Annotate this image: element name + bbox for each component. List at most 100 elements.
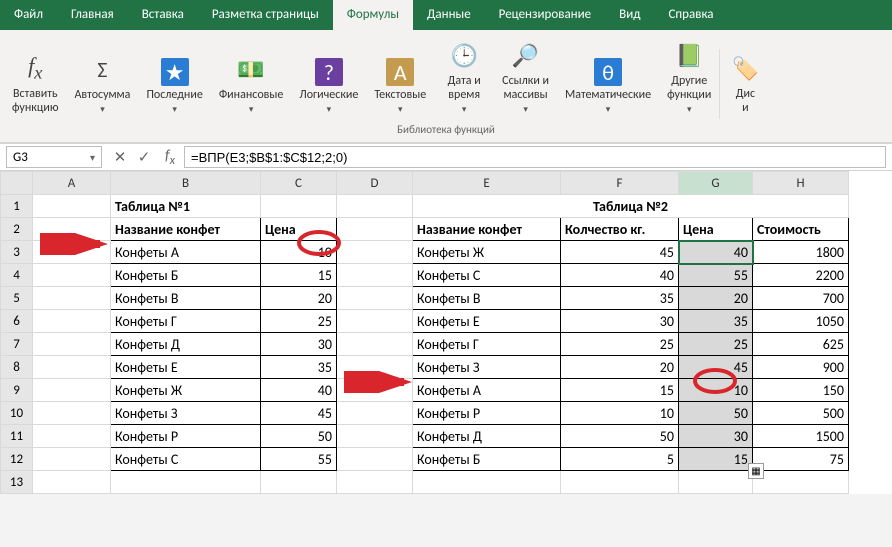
cell-H6[interactable]: 1050 bbox=[753, 310, 849, 333]
text-button[interactable]: A Текстовые ▾ bbox=[366, 56, 434, 119]
cell-D13[interactable] bbox=[337, 471, 413, 494]
cell-H13[interactable] bbox=[753, 471, 849, 494]
cell-G8[interactable]: 45 bbox=[679, 356, 753, 379]
cell-H9[interactable]: 150 bbox=[753, 379, 849, 402]
confirm-formula-button[interactable]: ✓ bbox=[132, 148, 156, 167]
fx-icon[interactable]: fx bbox=[156, 147, 184, 168]
chevron-down-icon[interactable]: ▾ bbox=[90, 151, 95, 164]
cell-E7[interactable]: Конфеты Г bbox=[413, 333, 561, 356]
row-header-5[interactable]: 5 bbox=[1, 287, 33, 310]
cell-B5[interactable]: Конфеты В bbox=[111, 287, 261, 310]
cell-E2[interactable]: Название конфет bbox=[413, 218, 561, 241]
cell-D6[interactable] bbox=[337, 310, 413, 333]
row-header-6[interactable]: 6 bbox=[1, 310, 33, 333]
col-header-H[interactable]: H bbox=[753, 172, 849, 195]
cell-C9[interactable]: 40 bbox=[261, 379, 337, 402]
menu-home[interactable]: Главная bbox=[57, 0, 128, 30]
row-header-12[interactable]: 12 bbox=[1, 448, 33, 471]
name-box[interactable]: G3 ▾ bbox=[6, 146, 102, 168]
cell-G9[interactable]: 10 bbox=[679, 379, 753, 402]
row-header-13[interactable]: 13 bbox=[1, 471, 33, 494]
cell-G3[interactable]: 40 bbox=[679, 241, 753, 264]
cell-C1[interactable] bbox=[261, 195, 337, 218]
cell-E11[interactable]: Конфеты Д bbox=[413, 425, 561, 448]
cell-B12[interactable]: Конфеты С bbox=[111, 448, 261, 471]
cell-B6[interactable]: Конфеты Г bbox=[111, 310, 261, 333]
cell-H11[interactable]: 1500 bbox=[753, 425, 849, 448]
cell-A12[interactable] bbox=[33, 448, 111, 471]
cell-G13[interactable] bbox=[679, 471, 753, 494]
cell-A3[interactable] bbox=[33, 241, 111, 264]
cell-E6[interactable]: Конфеты Е bbox=[413, 310, 561, 333]
cell-D12[interactable] bbox=[337, 448, 413, 471]
row-header-9[interactable]: 9 bbox=[1, 379, 33, 402]
cell-B13[interactable] bbox=[111, 471, 261, 494]
cell-D5[interactable] bbox=[337, 287, 413, 310]
cell-B7[interactable]: Конфеты Д bbox=[111, 333, 261, 356]
col-header-F[interactable]: F bbox=[561, 172, 679, 195]
menu-view[interactable]: Вид bbox=[605, 0, 654, 30]
cell-B8[interactable]: Конфеты Е bbox=[111, 356, 261, 379]
row-header-4[interactable]: 4 bbox=[1, 264, 33, 287]
cell-D7[interactable] bbox=[337, 333, 413, 356]
row-header-3[interactable]: 3 bbox=[1, 241, 33, 264]
cell-H10[interactable]: 500 bbox=[753, 402, 849, 425]
select-all-corner[interactable] bbox=[1, 172, 33, 195]
cell-A4[interactable] bbox=[33, 264, 111, 287]
cell-B11[interactable]: Конфеты Р bbox=[111, 425, 261, 448]
cell-B4[interactable]: Конфеты Б bbox=[111, 264, 261, 287]
cell-F4[interactable]: 40 bbox=[561, 264, 679, 287]
row-header-1[interactable]: 1 bbox=[1, 195, 33, 218]
col-header-A[interactable]: A bbox=[33, 172, 111, 195]
row-header-2[interactable]: 2 bbox=[1, 218, 33, 241]
cell-D3[interactable] bbox=[337, 241, 413, 264]
col-header-G[interactable]: G bbox=[679, 172, 753, 195]
row-header-7[interactable]: 7 bbox=[1, 333, 33, 356]
menu-data[interactable]: Данные bbox=[413, 0, 485, 30]
cell-F6[interactable]: 30 bbox=[561, 310, 679, 333]
cell-H5[interactable]: 700 bbox=[753, 287, 849, 310]
cell-A6[interactable] bbox=[33, 310, 111, 333]
autosum-button[interactable]: Σ Автосумма ▾ bbox=[66, 50, 138, 119]
cell-E3[interactable]: Конфеты Ж bbox=[413, 241, 561, 264]
menu-formulas[interactable]: Формулы bbox=[333, 0, 413, 30]
cell-G6[interactable]: 35 bbox=[679, 310, 753, 333]
cell-B9[interactable]: Конфеты Ж bbox=[111, 379, 261, 402]
cell-A5[interactable] bbox=[33, 287, 111, 310]
cell-G4[interactable]: 55 bbox=[679, 264, 753, 287]
cell-C12[interactable]: 55 bbox=[261, 448, 337, 471]
row-header-11[interactable]: 11 bbox=[1, 425, 33, 448]
menu-file[interactable]: Файл bbox=[0, 0, 57, 30]
cell-F3[interactable]: 45 bbox=[561, 241, 679, 264]
math-button[interactable]: θ Математические ▾ bbox=[557, 56, 659, 119]
cell-G7[interactable]: 25 bbox=[679, 333, 753, 356]
cell-B2[interactable]: Название конфет bbox=[111, 218, 261, 241]
cell-E13[interactable] bbox=[413, 471, 561, 494]
cell-D4[interactable] bbox=[337, 264, 413, 287]
cell-A2[interactable] bbox=[33, 218, 111, 241]
cell-D11[interactable] bbox=[337, 425, 413, 448]
col-header-B[interactable]: B bbox=[111, 172, 261, 195]
cell-H8[interactable]: 900 bbox=[753, 356, 849, 379]
cell-G11[interactable]: 30 bbox=[679, 425, 753, 448]
row-header-10[interactable]: 10 bbox=[1, 402, 33, 425]
col-header-D[interactable]: D bbox=[337, 172, 413, 195]
cell-F7[interactable]: 25 bbox=[561, 333, 679, 356]
cell-A9[interactable] bbox=[33, 379, 111, 402]
menu-review[interactable]: Рецензирование bbox=[485, 0, 605, 30]
cell-E10[interactable]: Конфеты Р bbox=[413, 402, 561, 425]
cell-C10[interactable]: 45 bbox=[261, 402, 337, 425]
col-header-C[interactable]: C bbox=[261, 172, 337, 195]
cell-C5[interactable]: 20 bbox=[261, 287, 337, 310]
cell-H7[interactable]: 625 bbox=[753, 333, 849, 356]
cell-C7[interactable]: 30 bbox=[261, 333, 337, 356]
menu-help[interactable]: Справка bbox=[654, 0, 727, 30]
cell-G10[interactable]: 50 bbox=[679, 402, 753, 425]
cell-A13[interactable] bbox=[33, 471, 111, 494]
cell-E1[interactable]: Таблица №2 bbox=[413, 195, 849, 218]
menu-pagelayout[interactable]: Разметка страницы bbox=[198, 0, 333, 30]
cell-F13[interactable] bbox=[561, 471, 679, 494]
cell-C8[interactable]: 35 bbox=[261, 356, 337, 379]
cell-C6[interactable]: 25 bbox=[261, 310, 337, 333]
cell-F9[interactable]: 15 bbox=[561, 379, 679, 402]
